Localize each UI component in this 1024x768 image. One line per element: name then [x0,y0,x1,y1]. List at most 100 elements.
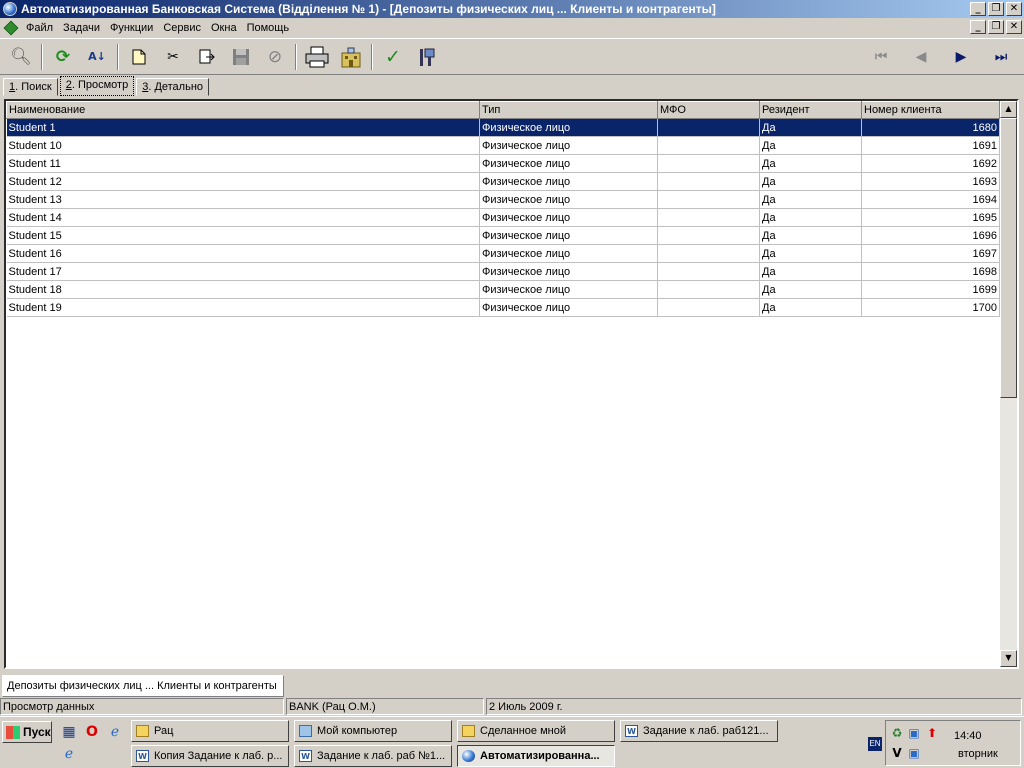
magnifier-icon[interactable]: 🔍︎ [8,44,34,70]
tab-detail[interactable]: 3. Детально [136,78,210,96]
task-word-doc-1[interactable]: W Задание к лаб. раб №1... [294,745,452,767]
table-row[interactable]: Student 1 Физическое лицо Да 1680 [6,118,1000,137]
column-header-client-number[interactable]: Номер клиента [861,101,1000,119]
building-icon[interactable] [338,44,364,70]
document-window-tab[interactable]: Депозиты физических лиц ... Клиенты и ко… [2,675,284,697]
task-made-by-me-folder[interactable]: Сделанное мной [457,720,615,742]
table-row[interactable]: Student 13 Физическое лицо Да 1694 [6,190,1000,209]
windows-explorer-icon[interactable]: ▦ [60,723,78,741]
print-icon[interactable] [304,44,330,70]
connection-tray-icon[interactable]: ▣ [906,725,922,741]
first-record-icon[interactable]: ⏮ [868,44,894,70]
clients-grid[interactable]: Наименование Тип МФО Резидент Номер клие… [4,99,1019,669]
toolbar-separator [117,43,119,70]
next-record-icon[interactable]: ▶ [948,44,974,70]
window-titlebar[interactable]: Автоматизированная Банковская Система (В… [0,0,1024,18]
tab-search[interactable]: 1. Поиск [3,78,58,96]
cell-name: Student 11 [6,154,480,173]
new-document-icon[interactable] [126,44,152,70]
menu-service[interactable]: Сервис [159,22,207,34]
show-desktop-icon[interactable]: ℯ [60,745,78,763]
app-globe-icon[interactable] [3,2,17,16]
table-row[interactable]: Student 15 Физическое лицо Да 1696 [6,226,1000,245]
close-button[interactable]: ✕ [1006,2,1022,16]
antivirus-tray-icon[interactable]: V [889,745,905,761]
column-header-type[interactable]: Тип [479,101,658,119]
scroll-up-icon[interactable]: ▲ [1000,101,1017,118]
update-tray-icon[interactable]: ⬆ [924,725,940,741]
table-body: Student 1 Физическое лицо Да 1680 Student 10… [6,118,1000,317]
menu-functions[interactable]: Функции [106,22,159,34]
cell-name: Student 12 [6,172,480,191]
folder-icon [462,725,475,737]
cell-name: Student 15 [6,226,480,245]
column-header-mfo[interactable]: МФО [657,101,760,119]
table-row[interactable]: Student 16 Физическое лицо Да 1697 [6,244,1000,263]
cancel-icon[interactable]: ⊘ [262,44,288,70]
cell-client-number: 1692 [861,154,1000,173]
table-row[interactable]: Student 19 Физическое лицо Да 1700 [6,298,1000,317]
cell-mfo [657,226,760,245]
restore-button[interactable]: ❐ [988,2,1004,16]
cell-resident: Да [759,298,862,317]
scroll-down-icon[interactable]: ▼ [1000,650,1017,667]
find-replace-icon[interactable]: ✂ [160,44,186,70]
network-tray-icon[interactable]: ♻ [889,725,905,741]
cell-type: Физическое лицо [479,136,658,155]
document-menu-icon[interactable] [3,20,19,35]
doc-minimize-button[interactable]: _ [970,20,986,34]
previous-record-icon[interactable]: ◀ [908,44,934,70]
checkmark-icon[interactable]: ✓ [380,44,406,70]
tab-view[interactable]: 2. Просмотр [59,76,135,96]
vertical-scrollbar[interactable]: ▲ ▼ [1000,101,1017,667]
task-banking-system[interactable]: Автоматизированна... [457,745,615,767]
toolbar: 🔍︎ ⟳ A↓ ✂ ⊘ ✓ ⏮ ◀ ▶ ⏭ [0,38,1024,75]
export-icon[interactable] [194,44,220,70]
task-word-doc-121[interactable]: W Задание к лаб. раб121... [620,720,778,742]
table-row[interactable]: Student 17 Физическое лицо Да 1698 [6,262,1000,281]
refresh-icon[interactable]: ⟳ [50,44,76,70]
flag-icon[interactable] [414,44,440,70]
cell-name: Student 10 [6,136,480,155]
start-button[interactable]: Пуск [2,721,52,743]
cell-client-number: 1680 [861,118,1000,137]
column-header-name[interactable]: Наименование [6,101,480,119]
table-row[interactable]: Student 18 Физическое лицо Да 1699 [6,280,1000,299]
table-row[interactable]: Student 14 Физическое лицо Да 1695 [6,208,1000,227]
menu-file[interactable]: Файл [22,22,59,34]
internet-explorer-icon[interactable]: ℯ [106,723,124,741]
minimize-button[interactable]: _ [970,2,986,16]
cell-resident: Да [759,226,862,245]
doc-restore-button[interactable]: ❐ [988,20,1004,34]
cell-resident: Да [759,208,862,227]
task-rac-folder[interactable]: Рац [131,720,289,742]
tab-view-label: . Просмотр [71,79,129,91]
menu-windows[interactable]: Окна [207,22,243,34]
toolbar-separator [371,43,373,70]
table-row[interactable]: Student 10 Физическое лицо Да 1691 [6,136,1000,155]
task-label: Рац [154,725,174,737]
toolbar-separator [295,43,297,70]
cell-type: Физическое лицо [479,172,658,191]
opera-icon[interactable]: O [83,723,101,741]
table-row[interactable]: Student 11 Физическое лицо Да 1692 [6,154,1000,173]
table-header: Наименование Тип МФО Резидент Номер клие… [6,101,1000,119]
table-row[interactable]: Student 12 Физическое лицо Да 1693 [6,172,1000,191]
cell-name: Student 19 [6,298,480,317]
menu-tasks[interactable]: Задачи [59,22,106,34]
save-icon[interactable] [228,44,254,70]
menu-help[interactable]: Помощь [243,22,296,34]
clock-time[interactable]: 14:40 [954,730,982,742]
cell-name: Student 13 [6,190,480,209]
column-header-resident[interactable]: Резидент [759,101,862,119]
status-bar: Просмотр данных BANK (Рац О.М.) 2 Июль 2… [0,698,1024,715]
task-my-computer[interactable]: Мой компьютер [294,720,452,742]
language-indicator[interactable]: EN [868,737,882,751]
display-tray-icon[interactable]: ▣ [906,745,922,761]
task-word-doc-copy[interactable]: W Копия Задание к лаб. р... [131,745,289,767]
last-record-icon[interactable]: ⏭ [988,44,1014,70]
sort-az-icon[interactable]: A↓ [84,44,110,70]
scrollbar-thumb[interactable] [1000,118,1017,398]
doc-close-button[interactable]: ✕ [1006,20,1022,34]
cell-name: Student 18 [6,280,480,299]
